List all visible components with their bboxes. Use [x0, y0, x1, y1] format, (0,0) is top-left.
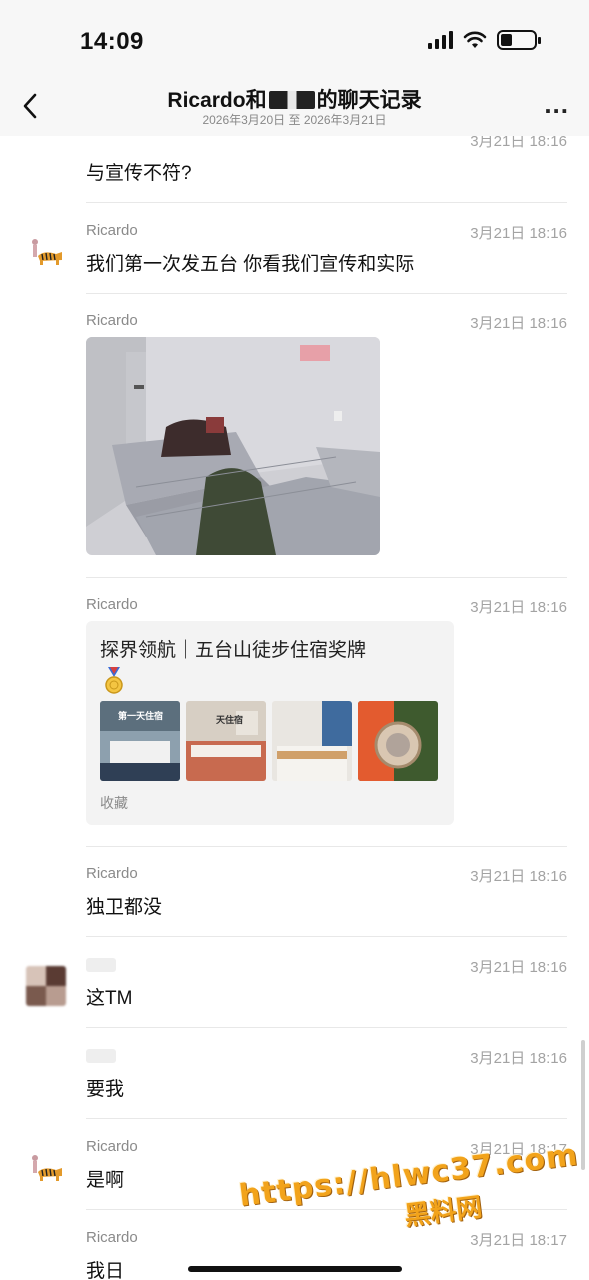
- card-thumbnails: 第一天住宿 天住宿: [100, 701, 438, 781]
- message-sender: Ricardo: [86, 596, 138, 613]
- chat-title: Ricardo和 的聊天记录: [0, 84, 589, 114]
- home-indicator[interactable]: [188, 1266, 402, 1272]
- tiger-avatar-icon: [32, 239, 62, 265]
- room-photo-image: [86, 337, 380, 555]
- thumbnail-room-2: 天住宿: [186, 701, 266, 781]
- message-sender: Ricardo: [86, 865, 138, 882]
- message-text[interactable]: 我们第一次发五台 你看我们宣传和实际: [86, 249, 414, 276]
- svg-text:天住宿: 天住宿: [216, 714, 243, 726]
- svg-text:第一天住宿: 第一天住宿: [118, 710, 163, 722]
- cellular-signal-icon: [428, 31, 453, 49]
- avatar-other[interactable]: [26, 966, 66, 1006]
- divider: [86, 293, 567, 294]
- medal-icon: [104, 667, 124, 700]
- message-text[interactable]: 与宣传不符?: [86, 158, 192, 185]
- divider: [86, 1027, 567, 1028]
- message-sender-redacted: [86, 958, 116, 976]
- chat-title-left: Ricardo和: [167, 89, 267, 112]
- message-sender: Ricardo: [86, 312, 138, 329]
- message-sender: Ricardo: [86, 222, 138, 239]
- message-time: 3月21日 18:16: [470, 225, 567, 242]
- message-text[interactable]: 我日: [86, 1256, 124, 1280]
- divider: [86, 846, 567, 847]
- battery-fill: [501, 34, 513, 46]
- status-icons: [428, 30, 541, 50]
- more-options-button[interactable]: ...: [544, 91, 569, 117]
- status-time: 14:09: [80, 28, 144, 55]
- message-text[interactable]: 是啊: [86, 1165, 124, 1192]
- message-time: 3月21日 18:16: [470, 315, 567, 332]
- message-time: 3月21日 18:16: [470, 136, 567, 150]
- card-title: 探界领航｜五台山徒步住宿奖牌: [100, 640, 367, 661]
- message-sender-redacted: [86, 1049, 116, 1067]
- message-list[interactable]: 3月21日 18:16 与宣传不符? Ricardo 3月21日 18:16 我…: [0, 136, 589, 1280]
- chat-title-right: 的聊天记录: [316, 89, 422, 112]
- avatar-ricardo[interactable]: [26, 1146, 66, 1186]
- thumbnail-medal: [358, 701, 438, 781]
- divider: [86, 202, 567, 203]
- divider: [86, 577, 567, 578]
- status-bar: 14:09: [0, 0, 589, 80]
- message-text[interactable]: 这TM: [86, 983, 132, 1010]
- message-sender: Ricardo: [86, 1138, 138, 1155]
- message-time: 3月21日 18:16: [470, 599, 567, 616]
- message-time: 3月21日 18:16: [470, 868, 567, 885]
- wifi-icon: [463, 31, 487, 48]
- divider: [86, 1118, 567, 1119]
- date-range: 2026年3月20日 至 2026年3月21日: [202, 113, 387, 127]
- room-photo[interactable]: [86, 337, 380, 555]
- message-time: 3月21日 18:17: [470, 1232, 567, 1249]
- message-text[interactable]: 独卫都没: [86, 892, 162, 919]
- message-time: 3月21日 18:16: [470, 1050, 567, 1067]
- message-time: 3月21日 18:16: [470, 959, 567, 976]
- message-text[interactable]: 要我: [86, 1074, 124, 1101]
- card-source-label: 收藏: [100, 795, 128, 811]
- thumbnail-room-3: [272, 701, 352, 781]
- nav-bar: Ricardo和 的聊天记录 2026年3月20日 至 2026年3月21日 ..…: [0, 80, 589, 136]
- avatar-ricardo[interactable]: [26, 230, 66, 270]
- battery-icon: [497, 30, 541, 50]
- tiger-avatar-icon: [32, 1155, 62, 1181]
- redacted-name: [268, 91, 315, 109]
- message-sender: Ricardo: [86, 1229, 138, 1246]
- divider: [86, 936, 567, 937]
- shared-note-card[interactable]: 探界领航｜五台山徒步住宿奖牌 第一天住宿 天住宿 收藏: [86, 621, 454, 825]
- thumbnail-room-1: 第一天住宿: [100, 701, 180, 781]
